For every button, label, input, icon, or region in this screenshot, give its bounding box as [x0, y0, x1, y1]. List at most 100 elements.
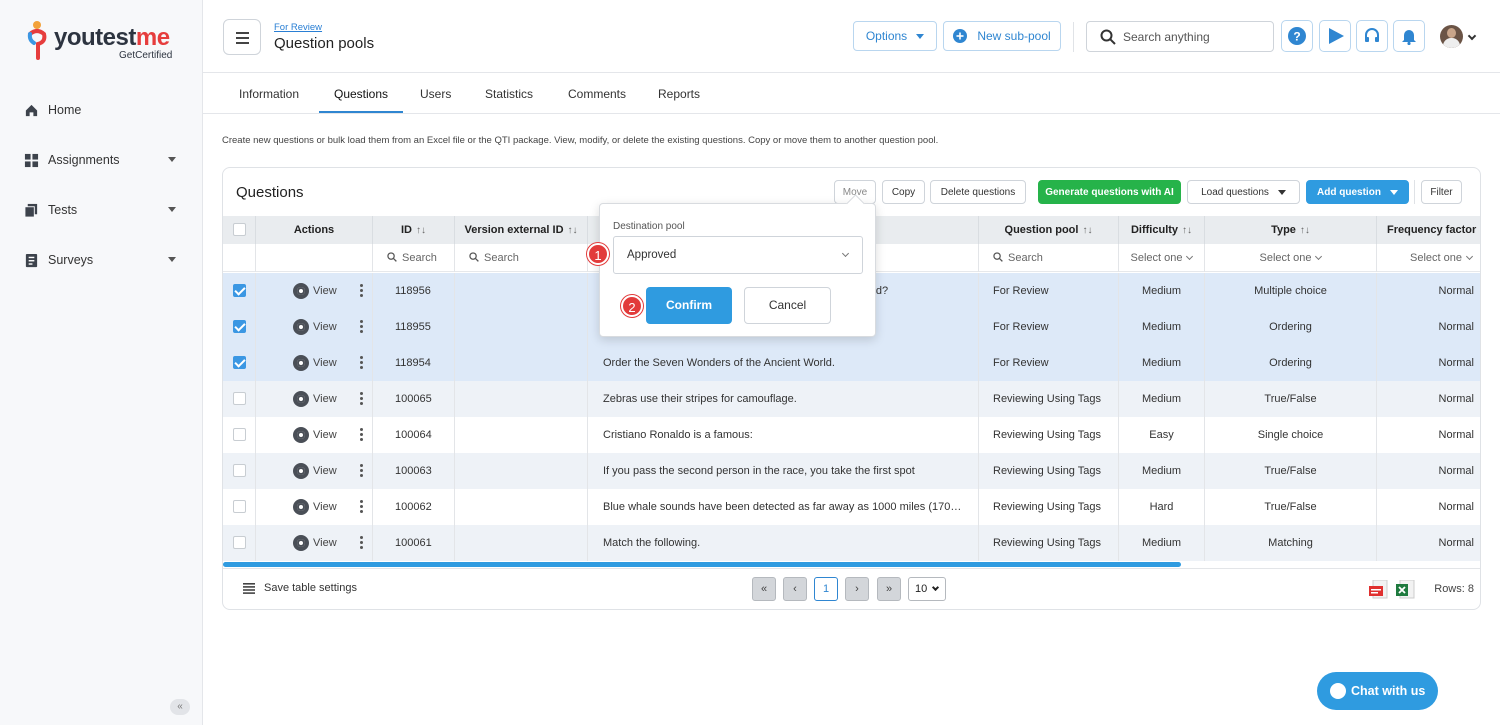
- notifications-button[interactable]: [1393, 20, 1425, 52]
- row-checkbox[interactable]: [233, 464, 246, 477]
- support-button[interactable]: [1356, 20, 1388, 52]
- play-tutorial-button[interactable]: [1319, 20, 1351, 52]
- row-question-text[interactable]: Blue whale sounds have been detected as …: [588, 489, 979, 525]
- table-row[interactable]: View 100062 Blue whale sounds have been de…: [223, 489, 1480, 525]
- last-page-button[interactable]: »: [877, 577, 901, 601]
- view-link[interactable]: View: [293, 499, 337, 516]
- confirm-button[interactable]: Confirm: [646, 287, 732, 324]
- prev-page-button[interactable]: ‹: [783, 577, 807, 601]
- more-vertical-icon[interactable]: [360, 392, 363, 406]
- col-version-external-id[interactable]: Version external ID ↑↓: [455, 216, 588, 244]
- filter-version-input[interactable]: Search: [455, 244, 588, 272]
- row-question-text[interactable]: Match the following.: [588, 525, 979, 561]
- chat-with-us-button[interactable]: Chat with us: [1317, 672, 1438, 710]
- load-questions-button[interactable]: Load questions: [1187, 180, 1300, 204]
- filter-button[interactable]: Filter: [1421, 180, 1462, 204]
- page-size-select[interactable]: 10: [908, 577, 946, 601]
- options-button[interactable]: Options: [853, 21, 937, 51]
- horizontal-scrollbar[interactable]: [223, 562, 1181, 567]
- delete-questions-button[interactable]: Delete questions: [930, 180, 1026, 204]
- row-checkbox[interactable]: [233, 536, 246, 549]
- current-page-button[interactable]: 1: [814, 577, 838, 601]
- more-vertical-icon[interactable]: [360, 356, 363, 370]
- new-subpool-button[interactable]: New sub-pool: [943, 21, 1061, 51]
- chevron-down-icon: [1315, 252, 1323, 261]
- table-row[interactable]: View 118954 Order the Seven Wonders of the…: [223, 345, 1480, 381]
- chevron-down-icon[interactable]: [1467, 31, 1477, 41]
- tab-users[interactable]: Users: [420, 87, 451, 101]
- row-difficulty: Medium: [1119, 309, 1205, 345]
- bell-icon: [1402, 30, 1416, 45]
- first-page-button[interactable]: «: [752, 577, 776, 601]
- chevron-down-icon[interactable]: [168, 257, 176, 262]
- filter-frequency-select[interactable]: Select one: [1377, 244, 1480, 272]
- sidebar-item-assignments[interactable]: Assignments: [24, 150, 184, 170]
- select-all-checkbox[interactable]: [233, 223, 246, 236]
- sidebar-item-tests[interactable]: Tests: [24, 200, 184, 220]
- row-checkbox[interactable]: [233, 356, 246, 369]
- add-question-button[interactable]: Add question: [1306, 180, 1409, 204]
- chevron-down-icon[interactable]: [168, 157, 176, 162]
- breadcrumb[interactable]: For Review: [274, 22, 322, 33]
- row-checkbox[interactable]: [233, 284, 246, 297]
- row-question-text[interactable]: Cristiano Ronaldo is a famous:: [588, 417, 979, 453]
- generate-ai-button[interactable]: Generate questions with AI: [1038, 180, 1181, 204]
- more-vertical-icon[interactable]: [360, 320, 363, 334]
- table-row[interactable]: View 100063 If you pass the second person …: [223, 453, 1480, 489]
- user-avatar[interactable]: [1440, 25, 1463, 48]
- destination-pool-select[interactable]: Approved: [613, 236, 863, 274]
- view-link[interactable]: View: [293, 463, 337, 480]
- col-frequency-factor[interactable]: Frequency factor↑↓: [1377, 216, 1480, 244]
- row-actions-cell: View: [256, 453, 373, 489]
- view-link[interactable]: View: [293, 283, 337, 300]
- view-link[interactable]: View: [293, 391, 337, 408]
- view-link[interactable]: View: [293, 355, 337, 372]
- view-link[interactable]: View: [293, 319, 337, 336]
- next-page-button[interactable]: ›: [845, 577, 869, 601]
- table-row[interactable]: View 100061 Match the following. Reviewing …: [223, 525, 1480, 561]
- row-question-text[interactable]: Zebras use their stripes for camouflage.: [588, 381, 979, 417]
- save-table-settings-button[interactable]: Save table settings: [243, 582, 357, 594]
- table-row[interactable]: View 100064 Cristiano Ronaldo is a famous:…: [223, 417, 1480, 453]
- more-vertical-icon[interactable]: [360, 500, 363, 514]
- tab-comments[interactable]: Comments: [568, 87, 626, 101]
- filter-type-select[interactable]: Select one: [1205, 244, 1377, 272]
- col-id[interactable]: ID ↑↓: [373, 216, 455, 244]
- sidebar-item-surveys[interactable]: Surveys: [24, 250, 184, 270]
- tab-questions[interactable]: Questions: [334, 87, 388, 101]
- excel-export-icon[interactable]: [1396, 580, 1416, 600]
- help-button[interactable]: ?: [1281, 20, 1313, 52]
- row-checkbox[interactable]: [233, 428, 246, 441]
- more-vertical-icon[interactable]: [360, 284, 363, 298]
- filter-pool-input[interactable]: Search: [979, 244, 1119, 272]
- view-link[interactable]: View: [293, 427, 337, 444]
- menu-toggle-button[interactable]: [223, 19, 261, 55]
- row-checkbox[interactable]: [233, 500, 246, 513]
- filter-id-input[interactable]: Search: [373, 244, 455, 272]
- row-question-text[interactable]: If you pass the second person in the rac…: [588, 453, 979, 489]
- col-difficulty[interactable]: Difficulty ↑↓: [1119, 216, 1205, 244]
- tab-information[interactable]: Information: [239, 87, 299, 101]
- pdf-export-icon[interactable]: [1369, 580, 1389, 600]
- more-vertical-icon[interactable]: [360, 428, 363, 442]
- row-question-text[interactable]: Order the Seven Wonders of the Ancient W…: [588, 345, 979, 381]
- view-link[interactable]: View: [293, 535, 337, 552]
- global-search-input[interactable]: Search anything: [1086, 21, 1274, 52]
- more-vertical-icon[interactable]: [360, 536, 363, 550]
- brand-logo[interactable]: youtestme GetCertified: [26, 20, 186, 64]
- tab-reports[interactable]: Reports: [658, 87, 700, 101]
- col-question-pool[interactable]: Question pool ↑↓: [979, 216, 1119, 244]
- row-checkbox[interactable]: [233, 320, 246, 333]
- tab-statistics[interactable]: Statistics: [485, 87, 533, 101]
- row-actions-cell: View: [256, 525, 373, 561]
- filter-difficulty-select[interactable]: Select one: [1119, 244, 1205, 272]
- cancel-button[interactable]: Cancel: [744, 287, 831, 324]
- more-vertical-icon[interactable]: [360, 464, 363, 478]
- copy-button[interactable]: Copy: [882, 180, 925, 204]
- col-type[interactable]: Type ↑↓: [1205, 216, 1377, 244]
- collapse-sidebar-button[interactable]: «: [170, 699, 190, 715]
- chevron-down-icon[interactable]: [168, 207, 176, 212]
- table-row[interactable]: View 100065 Zebras use their stripes for c…: [223, 381, 1480, 417]
- sidebar-item-home[interactable]: Home: [24, 100, 184, 120]
- row-checkbox[interactable]: [233, 392, 246, 405]
